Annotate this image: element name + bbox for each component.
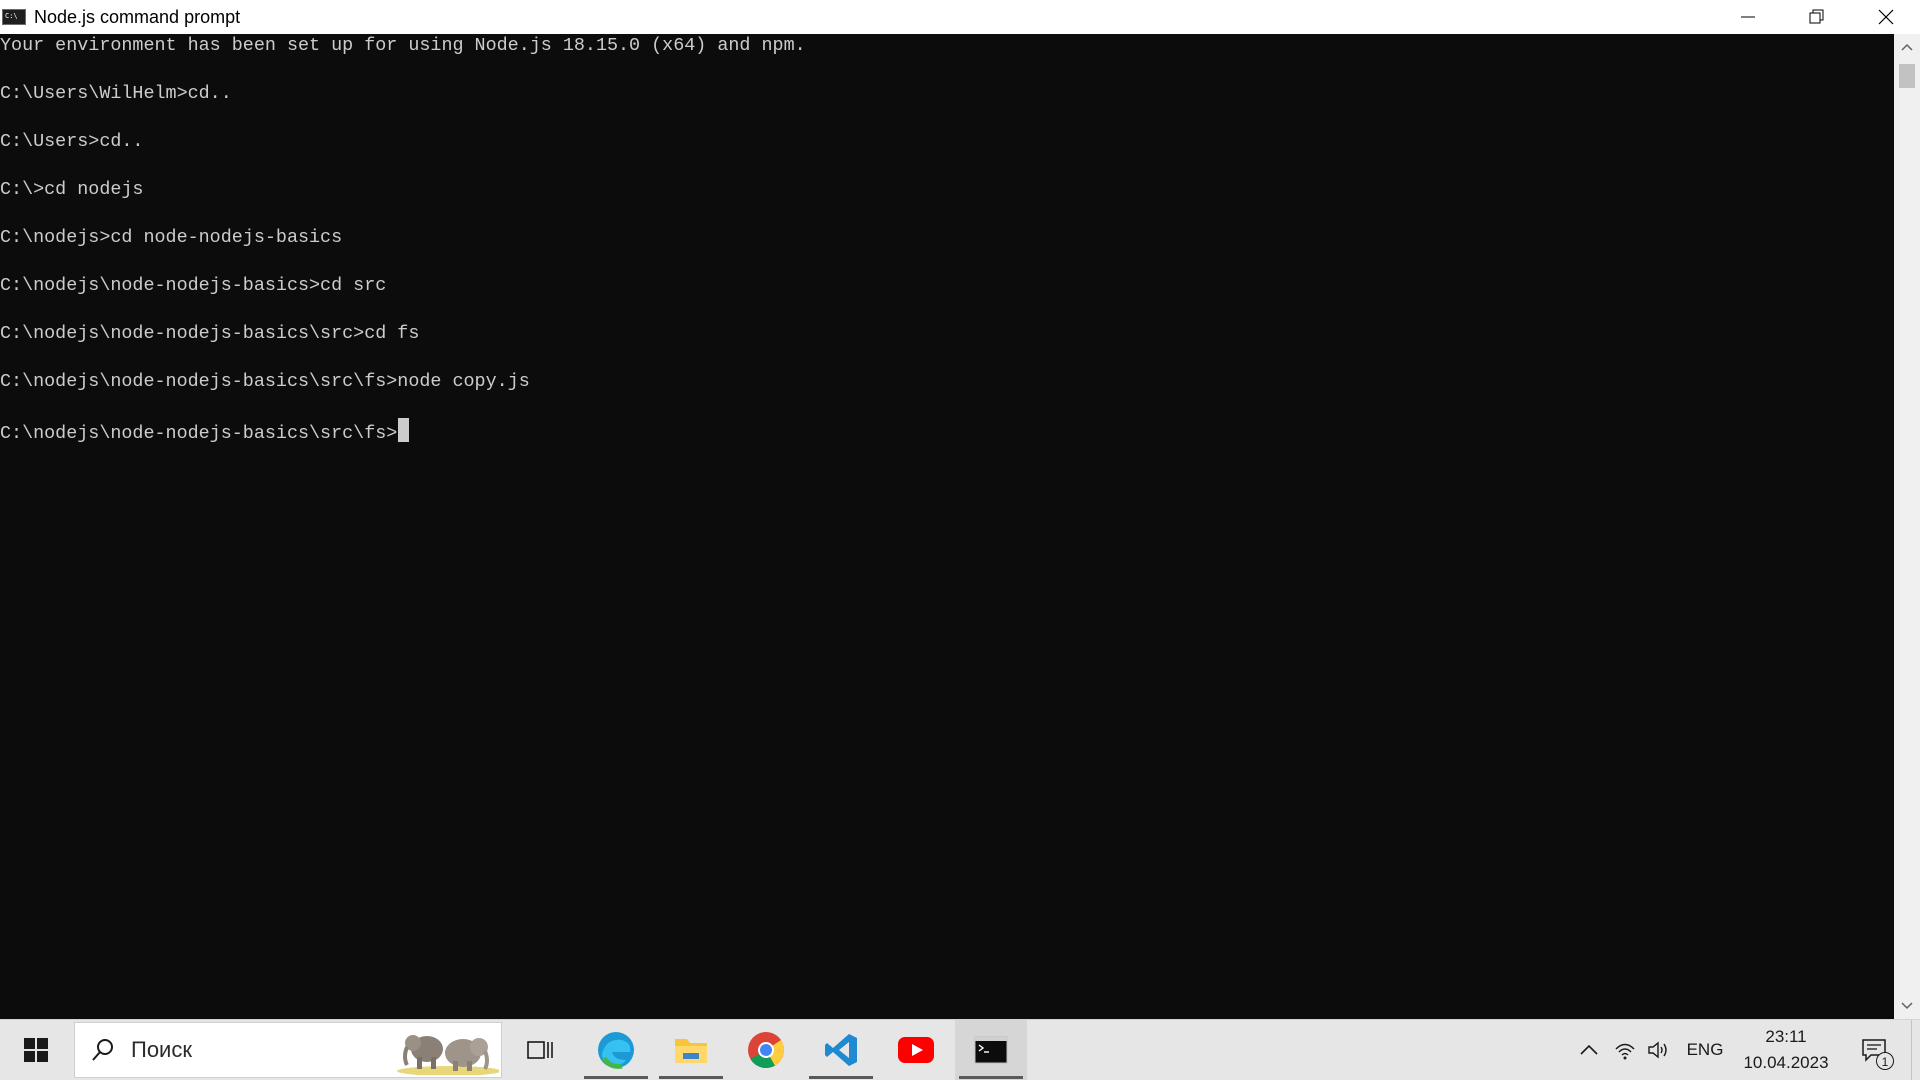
edge-browser-icon	[598, 1032, 634, 1069]
vertical-scrollbar[interactable]	[1894, 34, 1920, 1019]
taskbar-edge[interactable]	[580, 1020, 652, 1080]
folder-icon	[675, 1039, 707, 1063]
show-hidden-icons-button[interactable]	[1574, 1020, 1604, 1080]
show-desktop-button[interactable]	[1911, 1020, 1920, 1080]
restore-button[interactable]	[1782, 0, 1851, 34]
task-view-button[interactable]	[504, 1020, 576, 1080]
scroll-down-button[interactable]	[1894, 993, 1920, 1019]
taskbar-file-explorer[interactable]	[655, 1020, 727, 1080]
minimize-icon	[1740, 16, 1755, 18]
start-button[interactable]	[0, 1020, 72, 1080]
task-view-icon	[527, 1041, 553, 1059]
scroll-up-button[interactable]	[1894, 34, 1920, 60]
taskbar-search-box[interactable]: Поиск	[74, 1022, 502, 1078]
taskbar: Поиск ENG 23:11 10.04.2023 1	[0, 1019, 1920, 1080]
console-prompt-line[interactable]: C:\nodejs\node-nodejs-basics\src\fs>	[0, 418, 1894, 466]
scroll-thumb[interactable]	[1899, 64, 1915, 88]
speaker-icon	[1648, 1041, 1667, 1059]
search-icon	[92, 1039, 113, 1061]
title-bar[interactable]: Node.js command prompt	[0, 0, 1920, 34]
console-line: C:\Users>cd..	[0, 131, 144, 152]
taskbar-chrome[interactable]	[730, 1020, 802, 1080]
notification-count-badge: 1	[1876, 1052, 1894, 1070]
terminal-icon	[974, 1036, 1008, 1064]
console-line: C:\nodejs\node-nodejs-basics\src>cd fs	[0, 323, 420, 344]
close-icon	[1878, 9, 1893, 25]
cmd-app-icon[interactable]	[2, 9, 26, 25]
clock[interactable]: 23:11 10.04.2023	[1736, 1024, 1836, 1078]
chevron-down-icon	[1901, 1002, 1913, 1010]
taskbar-command-prompt[interactable]	[955, 1020, 1027, 1080]
console-line: C:\nodejs>cd node-nodejs-basics	[0, 227, 343, 248]
console-output[interactable]: Your environment has been set up for usi…	[0, 34, 1894, 1019]
action-center-button[interactable]: 1	[1850, 1020, 1898, 1080]
chevron-up-icon	[1901, 43, 1913, 51]
clock-date: 10.04.2023	[1743, 1053, 1829, 1072]
restore-icon	[1809, 9, 1823, 24]
window-controls	[1713, 0, 1920, 34]
taskbar-vscode[interactable]	[805, 1020, 877, 1080]
volume-button[interactable]	[1644, 1020, 1674, 1080]
console-line: C:\nodejs\node-nodejs-basics>cd src	[0, 275, 387, 296]
console-line: C:\Users\WilHelm>cd..	[0, 83, 232, 104]
search-placeholder: Поиск	[131, 1037, 192, 1062]
console-line: C:\>cd nodejs	[0, 179, 144, 200]
minimize-button[interactable]	[1713, 0, 1782, 34]
youtube-icon	[898, 1037, 934, 1063]
clock-time: 23:11	[1765, 1027, 1807, 1046]
vscode-icon	[825, 1034, 857, 1066]
console-line: Your environment has been set up for usi…	[0, 35, 806, 56]
close-button[interactable]	[1851, 0, 1920, 34]
taskbar-youtube[interactable]	[880, 1020, 952, 1080]
windows-logo-icon	[24, 1038, 48, 1062]
input-language-button[interactable]: ENG	[1680, 1020, 1730, 1080]
text-cursor	[398, 418, 410, 442]
chrome-icon	[748, 1032, 785, 1069]
window-title: Node.js command prompt	[34, 6, 241, 27]
chevron-up-icon	[1580, 1044, 1598, 1055]
language-indicator: ENG	[1686, 1040, 1724, 1059]
search-highlight-elephants-image	[397, 1035, 499, 1075]
wifi-icon	[1615, 1043, 1635, 1060]
network-button[interactable]	[1610, 1020, 1640, 1080]
console-line: C:\nodejs\node-nodejs-basics\src\fs>node…	[0, 371, 530, 392]
